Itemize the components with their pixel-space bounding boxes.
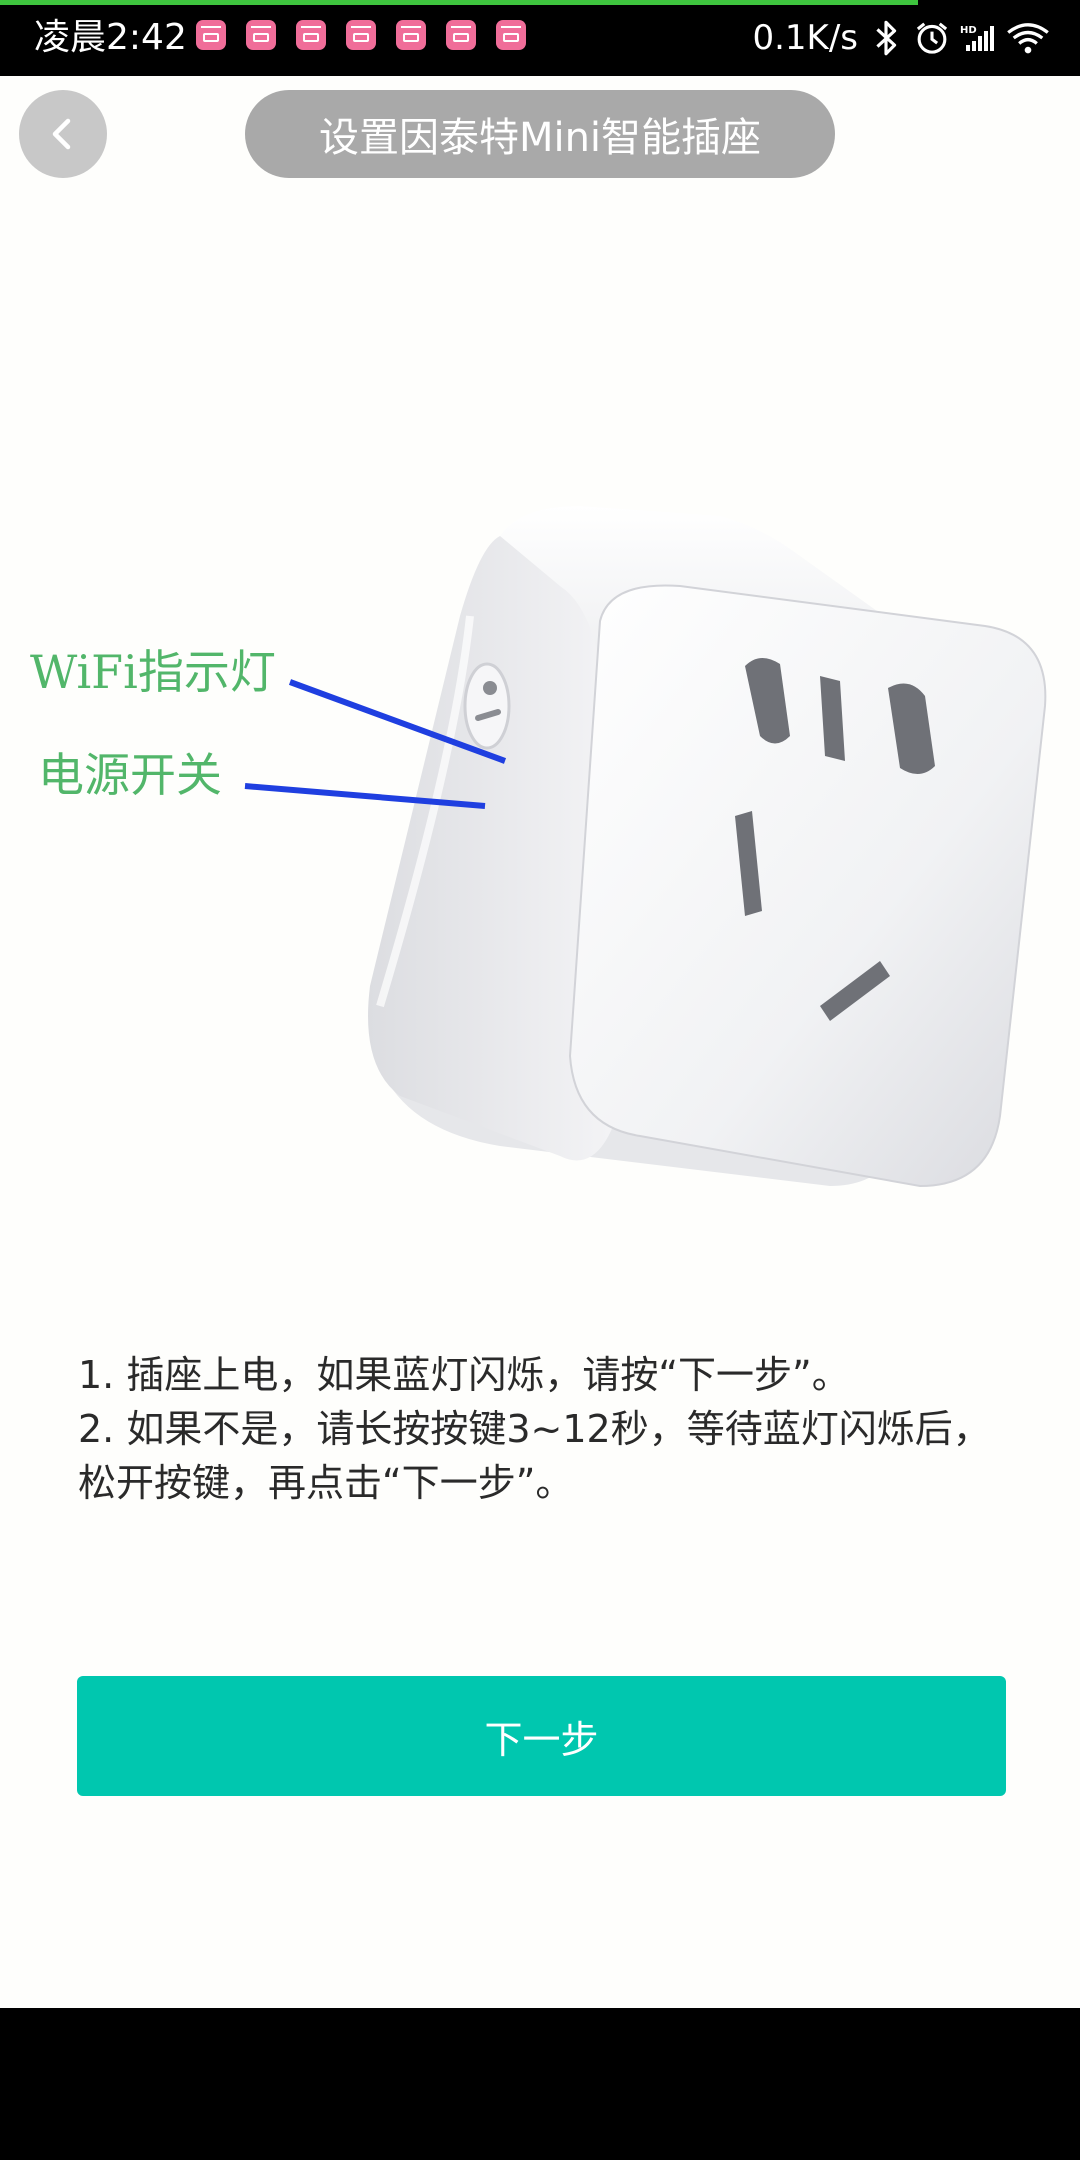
instruction-step-1: 1. 插座上电，如果蓝灯闪烁，请按“下一步”。 (78, 1353, 850, 1397)
net-speed: 0.1K/s (752, 18, 858, 58)
app-notification-icon (296, 20, 326, 50)
status-right: 0.1K/s HD (752, 16, 1050, 60)
instructions: 1. 插座上电，如果蓝灯闪烁，请按“下一步”。 2. 如果不是，请长按按键3~1… (78, 1348, 1018, 1510)
next-step-button[interactable]: 下一步 (77, 1676, 1006, 1796)
power-switch-label: 电源开关 (38, 748, 222, 802)
page-title: 设置因泰特Mini智能插座 (245, 90, 835, 178)
wifi-icon (1007, 23, 1049, 54)
hd-signal-icon: HD (960, 25, 994, 51)
app-notification-icon (196, 20, 226, 50)
smart-plug-illustration: WiFi指示灯 电源开关 (30, 506, 1047, 1188)
system-nav-bar (0, 2008, 1080, 2160)
app-notification-icon (346, 20, 376, 50)
app-notification-icon (446, 20, 476, 50)
screen: 凌晨2:42 0.1K/s HD 设置因泰特Mini智能插座 WiFi指示灯 电… (0, 0, 1080, 2160)
bluetooth-icon (876, 20, 897, 56)
app-notification-icon (246, 20, 276, 50)
instruction-step-2: 2. 如果不是，请长按按键3~12秒，等待蓝灯闪烁后，松开按键，再点击“下一步”… (78, 1407, 991, 1505)
notification-icons (196, 20, 526, 50)
top-progress-bar (0, 0, 918, 5)
status-time: 凌晨2:42 (34, 17, 187, 58)
app-notification-icon (396, 20, 426, 50)
app-content: 设置因泰特Mini智能插座 WiFi指示灯 电源开关 1. 插座上电，如果蓝灯闪… (0, 76, 1080, 2008)
plug-body (368, 506, 1047, 1188)
wifi-indicator-label: WiFi指示灯 (30, 645, 276, 699)
status-bar: 凌晨2:42 0.1K/s HD (0, 0, 1080, 76)
chevron-left-icon (52, 118, 71, 150)
back-button[interactable] (19, 90, 107, 178)
svg-text:HD: HD (960, 25, 977, 36)
alarm-icon (916, 22, 948, 54)
app-notification-icon (496, 20, 526, 50)
